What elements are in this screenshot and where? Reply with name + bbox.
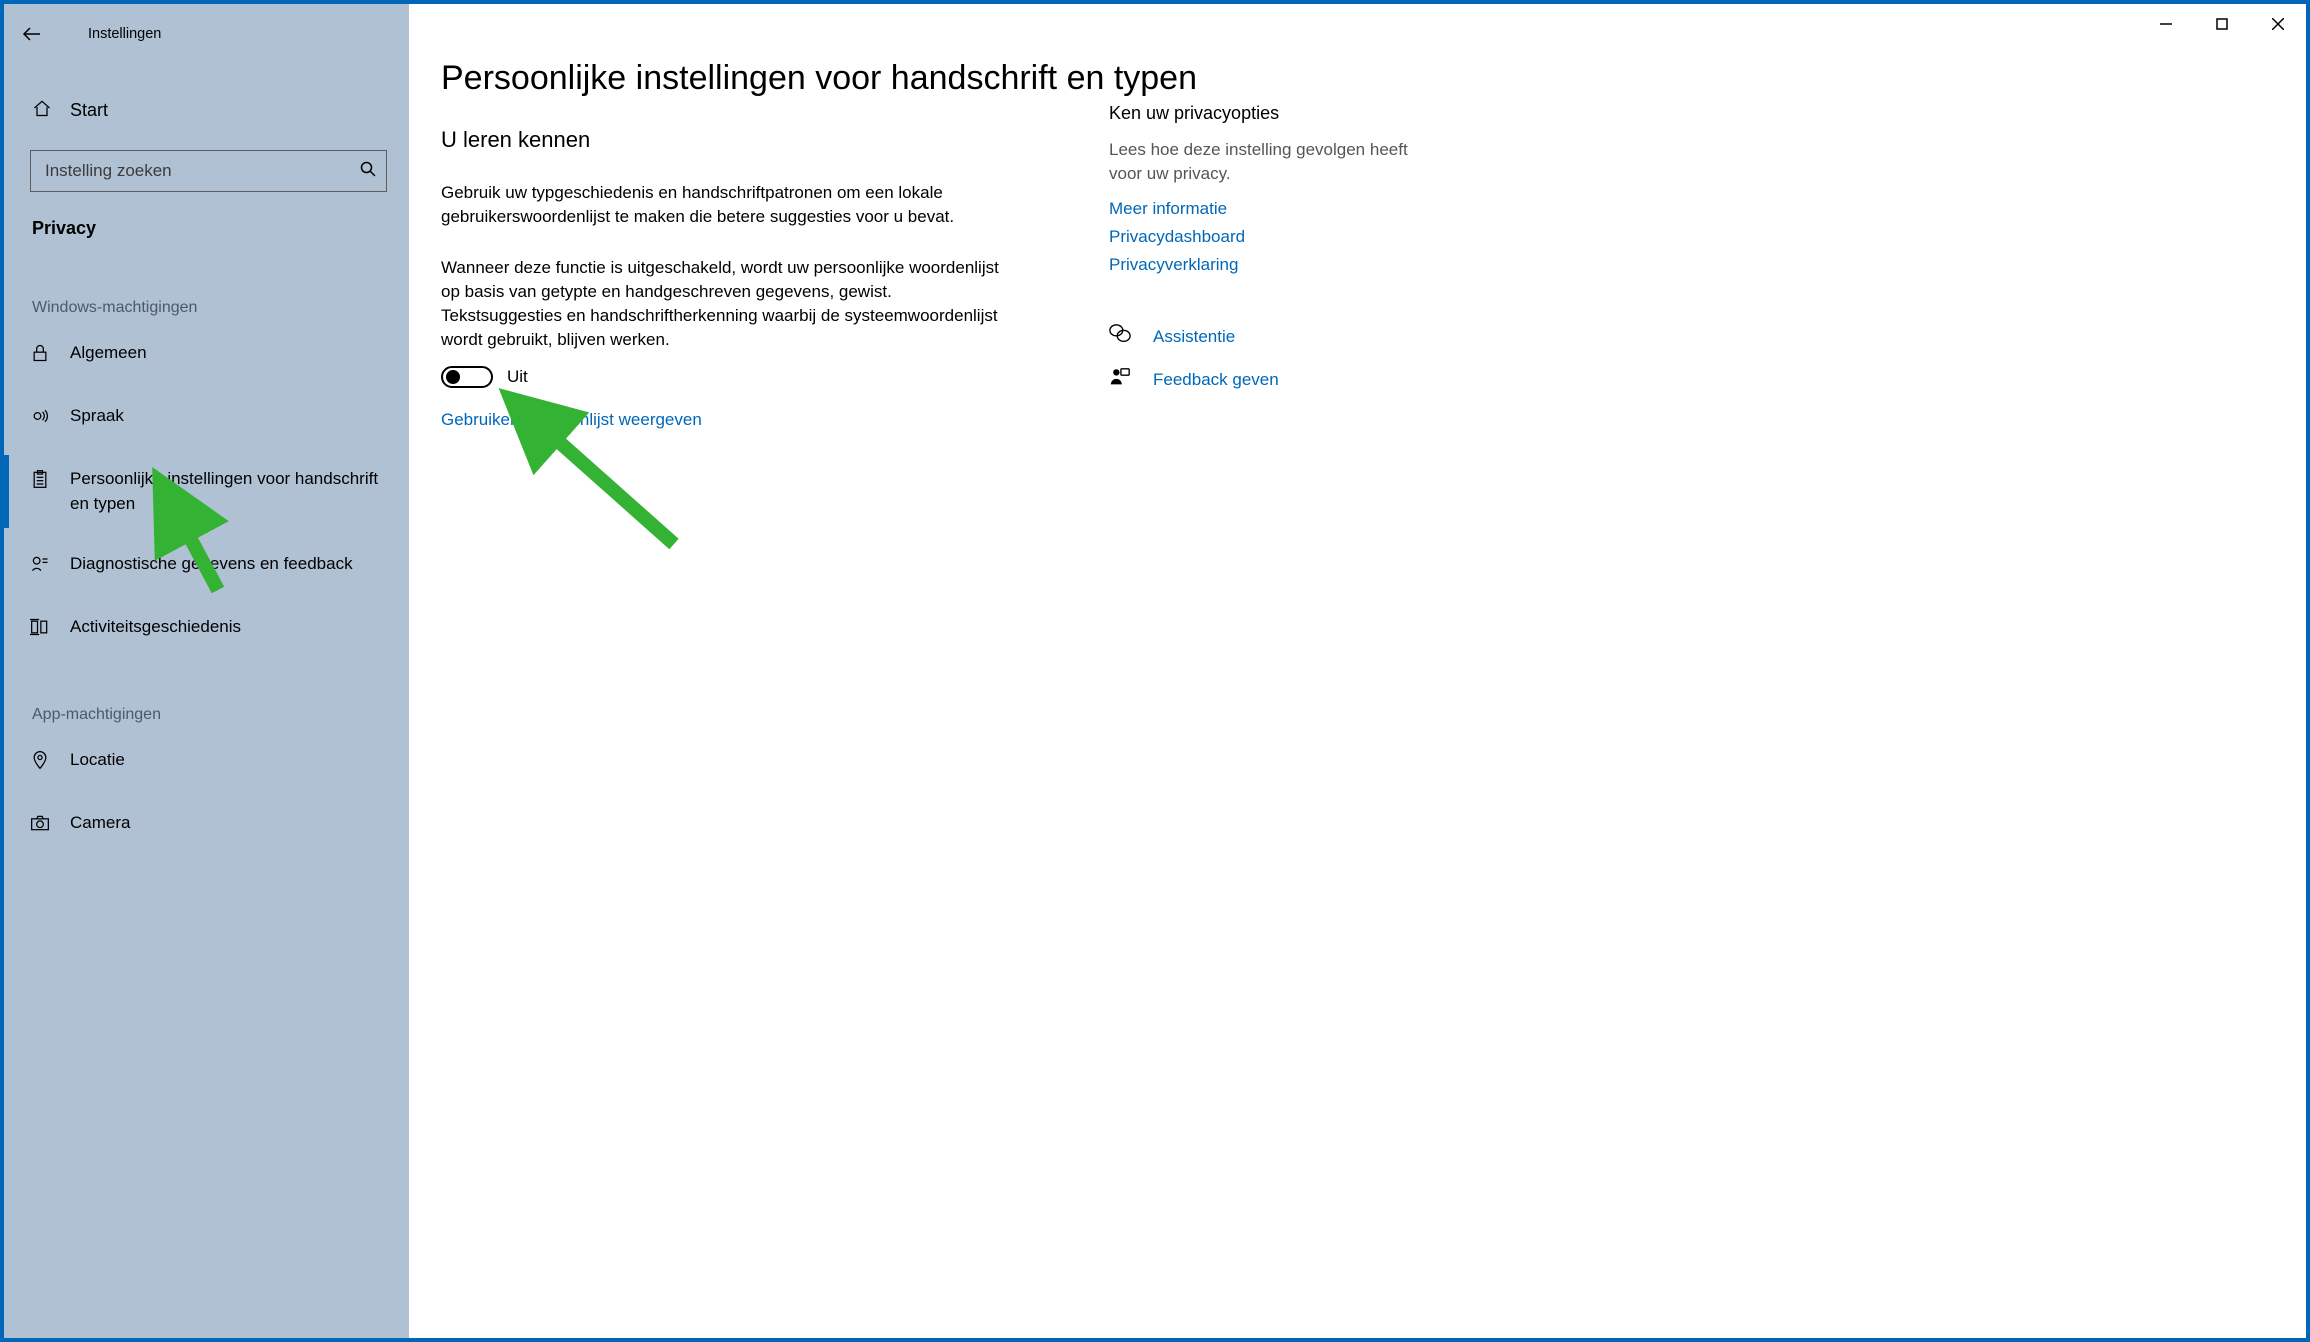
- group-windows-permissions: Windows-machtigingen: [4, 299, 409, 317]
- link-privacy-dashboard[interactable]: Privacydashboard: [1109, 227, 1419, 247]
- feedback-person-icon: [1109, 366, 1135, 393]
- description-text-1: Gebruik uw typgeschiedenis en handschrif…: [441, 181, 1001, 229]
- give-feedback-link[interactable]: Feedback geven: [1109, 366, 1419, 393]
- sidebar-item-label: Spraak: [70, 404, 124, 429]
- back-button[interactable]: [12, 14, 52, 54]
- group-app-permissions: App-machtigingen: [4, 706, 409, 724]
- sidebar-item-speech[interactable]: Spraak: [4, 386, 409, 449]
- aside-description: Lees hoe deze instelling gevolgen heeft …: [1109, 138, 1419, 186]
- section-title: U leren kennen: [441, 127, 1081, 153]
- sidebar-item-label: Activiteitsgeschiedenis: [70, 615, 241, 640]
- sidebar: Instellingen Start Privacy Windows-macht…: [4, 4, 409, 1338]
- sidebar-item-activity-history[interactable]: Activiteitsgeschiedenis: [4, 597, 409, 660]
- toggle-state-label: Uit: [507, 367, 528, 387]
- toggle-knob: [446, 370, 460, 384]
- category-label: Privacy: [4, 218, 409, 239]
- sidebar-item-label: Diagnostische gegevens en feedback: [70, 552, 353, 577]
- sidebar-item-label: Algemeen: [70, 341, 147, 366]
- get-help-link[interactable]: Assistentie: [1109, 323, 1419, 350]
- sidebar-item-inking-typing[interactable]: Persoonlijke instellingen voor handschri…: [4, 449, 409, 534]
- feedback-link-label: Feedback geven: [1153, 370, 1279, 390]
- search-icon: [360, 161, 376, 182]
- home-label: Start: [70, 100, 108, 121]
- inking-typing-toggle[interactable]: [441, 366, 493, 388]
- camera-icon: [30, 813, 52, 838]
- settings-window: Instellingen Start Privacy Windows-macht…: [4, 4, 2306, 1338]
- sidebar-item-camera[interactable]: Camera: [4, 793, 409, 856]
- description-text-2: Wanneer deze functie is uitgeschakeld, w…: [441, 256, 1001, 351]
- sidebar-item-label: Persoonlijke instellingen voor handschri…: [70, 467, 397, 516]
- speech-icon: [30, 406, 52, 431]
- page-title: Persoonlijke instellingen voor handschri…: [441, 58, 2276, 99]
- titlebar: [2138, 4, 2306, 44]
- lock-icon: [30, 343, 52, 368]
- home-icon: [32, 98, 52, 123]
- app-title: Instellingen: [88, 26, 161, 42]
- maximize-button[interactable]: [2194, 4, 2250, 44]
- help-link-label: Assistentie: [1153, 327, 1235, 347]
- clipboard-icon: [30, 469, 52, 494]
- aside-title: Ken uw privacyopties: [1109, 103, 1419, 124]
- activity-icon: [30, 617, 52, 642]
- sidebar-item-diagnostics[interactable]: Diagnostische gegevens en feedback: [4, 534, 409, 597]
- search-input[interactable]: [45, 161, 360, 181]
- sidebar-item-location[interactable]: Locatie: [4, 730, 409, 793]
- sidebar-item-label: Camera: [70, 811, 130, 836]
- link-privacy-statement[interactable]: Privacyverklaring: [1109, 255, 1419, 275]
- feedback-icon: [30, 554, 52, 579]
- main-content: Persoonlijke instellingen voor handschri…: [409, 4, 2306, 1338]
- help-icon: [1109, 323, 1135, 350]
- close-button[interactable]: [2250, 4, 2306, 44]
- sidebar-item-label: Locatie: [70, 748, 125, 773]
- minimize-button[interactable]: [2138, 4, 2194, 44]
- view-dictionary-link[interactable]: Gebruikerswoordenlijst weergeven: [441, 410, 702, 430]
- link-more-info[interactable]: Meer informatie: [1109, 199, 1419, 219]
- search-box[interactable]: [30, 150, 387, 192]
- home-button[interactable]: Start: [4, 88, 409, 132]
- location-icon: [30, 750, 52, 775]
- sidebar-item-general[interactable]: Algemeen: [4, 323, 409, 386]
